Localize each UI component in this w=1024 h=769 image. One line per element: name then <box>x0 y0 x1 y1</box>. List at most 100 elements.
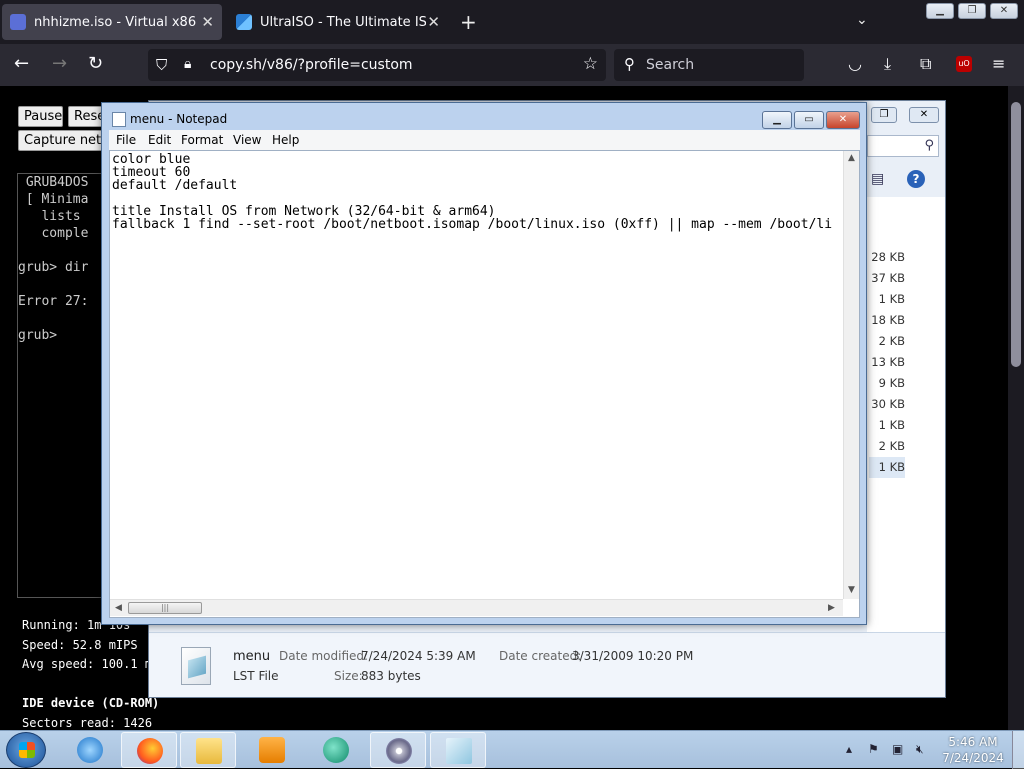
file-size-cell[interactable]: 13 KB <box>869 352 905 373</box>
menu-hamburger-icon[interactable]: ≡ <box>992 54 1005 73</box>
menu-file[interactable]: File <box>116 133 136 147</box>
details-filename: menu <box>233 649 271 664</box>
menu-view[interactable]: View <box>233 133 261 147</box>
details-filetype: LST File <box>233 669 279 683</box>
menu-edit[interactable]: Edit <box>148 133 171 147</box>
file-size-cell[interactable]: 37 KB <box>869 268 905 289</box>
size-label: Size: <box>334 669 363 683</box>
notepad-icon <box>446 738 472 764</box>
help-icon[interactable]: ? <box>907 170 925 188</box>
search-input[interactable]: ⚲ Search <box>614 49 804 81</box>
page-scrollbar[interactable] <box>1008 86 1024 730</box>
scroll-down-arrow-icon[interactable]: ▼ <box>848 585 855 595</box>
explorer-restore-button[interactable]: ❐ <box>871 107 897 123</box>
close-tab-icon[interactable]: ✕ <box>201 13 214 31</box>
search-icon: ⚲ <box>624 55 635 73</box>
url-text[interactable]: copy.sh/v86/?profile=custom <box>210 57 413 73</box>
notepad-icon <box>112 112 126 127</box>
text-editor[interactable]: color blue timeout 60 default /default t… <box>109 150 860 618</box>
file-size-cell[interactable]: 28 KB <box>869 247 905 268</box>
download-icon[interactable]: ⤓ <box>884 54 891 74</box>
back-arrow-icon[interactable]: ← <box>14 54 29 74</box>
extensions-icon[interactable]: ⧉ <box>920 54 931 74</box>
file-size-cell[interactable]: 9 KB <box>869 373 905 394</box>
scrollbar-thumb[interactable]: ||| <box>128 602 202 614</box>
minimize-button[interactable]: ▁ <box>762 111 792 129</box>
new-tab-icon[interactable]: + <box>460 10 477 34</box>
taskbar-notepad[interactable] <box>430 732 486 768</box>
scroll-left-arrow-icon[interactable]: ◀ <box>115 603 122 613</box>
taskbar-ie[interactable] <box>62 732 118 768</box>
taskbar: ▴ ⚑ ▣ 🔇︎ 5:46 AM 7/24/2024 <box>0 730 1024 769</box>
taskbar-explorer[interactable] <box>180 732 236 768</box>
scroll-right-arrow-icon[interactable]: ▶ <box>828 603 835 613</box>
menu-format[interactable]: Format <box>181 133 223 147</box>
taskbar-firefox[interactable] <box>121 732 177 768</box>
scrollbar-thumb[interactable] <box>1011 102 1021 367</box>
lock-icon[interactable]: 🔒︎ <box>184 56 191 72</box>
file-size-cell[interactable]: 1 KB <box>869 289 905 310</box>
file-size-cell[interactable]: 1 KB <box>869 457 905 478</box>
editor-content[interactable]: color blue timeout 60 default /default t… <box>112 153 842 597</box>
created-label: Date created: <box>499 649 582 663</box>
shield-icon[interactable]: ⛉ <box>156 56 167 74</box>
taskbar-ultraiso[interactable] <box>370 732 426 768</box>
file-size-cell[interactable]: 18 KB <box>869 310 905 331</box>
clock-time: 5:46 AM <box>948 735 998 749</box>
modified-value: 7/24/2024 5:39 AM <box>361 649 476 663</box>
ultraiso-favicon-icon <box>236 14 252 30</box>
created-value: 3/31/2009 10:20 PM <box>572 649 694 663</box>
menu-help[interactable]: Help <box>272 133 299 147</box>
pocket-icon[interactable]: ◡ <box>848 54 862 73</box>
pause-button[interactable]: Pause <box>18 106 63 127</box>
file-size-cell[interactable]: 2 KB <box>869 436 905 457</box>
restore-button[interactable]: ❐ <box>958 3 986 19</box>
firefox-icon <box>137 738 163 764</box>
lst-file-icon <box>181 647 211 685</box>
notepad-window[interactable]: menu - Notepad ▁ ▭ ✕ File Edit Format Vi… <box>101 102 867 625</box>
show-desktop-button[interactable] <box>1012 731 1024 769</box>
horizontal-scrollbar[interactable]: ◀ ||| ▶ <box>110 599 843 616</box>
browser-tab-bar: nhhizme.iso - Virtual x86 ✕ UltraISO - T… <box>0 0 1024 44</box>
maximize-button[interactable]: ▭ <box>794 111 824 129</box>
capture-network-button[interactable]: Capture netw <box>18 130 108 151</box>
clock[interactable]: 5:46 AM 7/24/2024 <box>940 734 1006 766</box>
reload-icon[interactable]: ↻ <box>88 54 103 74</box>
close-button[interactable]: ✕ <box>826 111 860 129</box>
chevron-down-icon[interactable]: ⌄ <box>856 12 868 28</box>
chevron-up-icon[interactable]: ▴ <box>846 742 852 756</box>
tab-virtual-x86[interactable]: nhhizme.iso - Virtual x86 ✕ <box>2 4 222 40</box>
ublock-icon[interactable]: uO <box>956 56 972 72</box>
folder-icon <box>196 738 222 764</box>
details-pane: menu LST File Date modified: 7/24/2024 5… <box>149 632 945 697</box>
forward-arrow-icon[interactable]: → <box>52 54 67 74</box>
disc-icon <box>386 738 412 764</box>
file-size-cell[interactable]: 1 KB <box>869 415 905 436</box>
window-title: menu - Notepad <box>130 112 228 126</box>
modified-label: Date modified: <box>279 649 369 663</box>
preview-pane-icon[interactable]: ▤ <box>871 171 884 187</box>
tab-label: nhhizme.iso - Virtual x86 <box>34 14 197 30</box>
media-player-icon <box>259 737 285 763</box>
flag-icon[interactable]: ⚑ <box>868 742 879 756</box>
url-bar[interactable]: ⛉ 🔒︎ copy.sh/v86/?profile=custom ☆ <box>148 49 606 81</box>
close-button[interactable]: ✕ <box>990 3 1018 19</box>
start-button[interactable] <box>6 732 46 768</box>
file-size-cell[interactable]: 2 KB <box>869 331 905 352</box>
file-size-cell[interactable]: 30 KB <box>869 394 905 415</box>
volume-muted-icon[interactable]: 🔇︎ <box>916 742 924 757</box>
bookmark-star-icon[interactable]: ☆ <box>583 54 598 74</box>
vertical-scrollbar[interactable]: ▲ ▼ <box>843 151 859 599</box>
minimize-button[interactable]: ▁ <box>926 3 954 19</box>
close-tab-icon[interactable]: ✕ <box>427 13 440 31</box>
taskbar-app[interactable] <box>308 732 364 768</box>
tab-label: UltraISO - The Ultimate ISO CD/ <box>260 14 426 30</box>
tab-ultraiso[interactable]: UltraISO - The Ultimate ISO CD/ ✕ <box>228 4 448 40</box>
windows-logo-icon <box>19 742 35 758</box>
v86-favicon-icon <box>10 14 26 30</box>
explorer-search-input[interactable]: ⚲ <box>867 135 939 157</box>
network-icon[interactable]: ▣ <box>892 742 903 756</box>
scroll-up-arrow-icon[interactable]: ▲ <box>848 153 855 163</box>
taskbar-media-player[interactable] <box>244 732 300 768</box>
explorer-close-button[interactable]: ✕ <box>909 107 939 123</box>
